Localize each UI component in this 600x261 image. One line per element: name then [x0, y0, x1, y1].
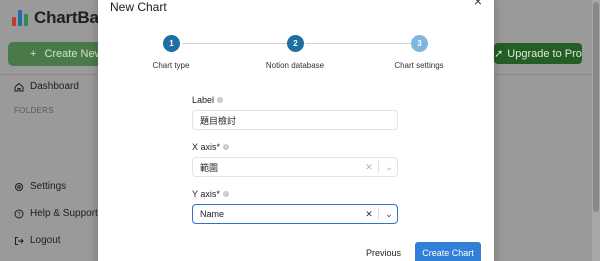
logout-icon: [14, 236, 24, 246]
info-icon[interactable]: i: [223, 144, 230, 150]
step-2-label: Notion database: [265, 61, 325, 70]
chevron-down-icon[interactable]: ⌄: [381, 209, 397, 220]
create-chart-button[interactable]: Create Chart: [415, 242, 481, 261]
help-icon: ?: [14, 209, 24, 219]
gear-icon: [14, 182, 24, 192]
home-icon: [14, 82, 24, 92]
previous-button[interactable]: Previous: [366, 248, 401, 258]
sidebar-item-settings[interactable]: Settings: [14, 181, 66, 192]
step-2-indicator[interactable]: 2: [287, 35, 304, 52]
info-icon[interactable]: i: [222, 191, 229, 197]
sidebar-item-dashboard[interactable]: Dashboard: [14, 81, 79, 92]
step-3-indicator[interactable]: 3: [411, 35, 428, 52]
step-1-label: Chart type: [152, 61, 190, 70]
scrollbar[interactable]: [592, 0, 600, 261]
x-axis-field-label: X axis* i: [192, 142, 230, 152]
y-axis-field-label: Y axis* i: [192, 189, 229, 199]
y-axis-label-text: Y axis*: [192, 189, 220, 199]
y-axis-select[interactable]: Name ✕ ⌄: [192, 204, 398, 224]
logo-icon: [12, 10, 28, 26]
sidebar-item-label: Logout: [30, 235, 61, 246]
x-axis-label-text: X axis*: [192, 142, 221, 152]
info-icon[interactable]: i: [217, 97, 224, 103]
sidebar-item-label: Dashboard: [30, 81, 79, 92]
x-axis-select[interactable]: 範圍 ✕ ⌄: [192, 157, 398, 177]
sidebar-item-label: Settings: [30, 181, 67, 192]
stepper-connector: [182, 43, 288, 44]
sidebar-item-label: Help & Support: [30, 208, 98, 219]
new-chart-modal: New Chart × 1 2 3 Chart type Notion data…: [98, 0, 494, 261]
x-axis-value: 範圍: [200, 162, 219, 173]
label-field-label: Label i: [192, 95, 224, 105]
select-separator: [378, 208, 379, 220]
stepper-connector: [305, 43, 411, 44]
clear-icon[interactable]: ✕: [362, 162, 376, 173]
sidebar-item-help[interactable]: ? Help & Support: [14, 208, 98, 219]
y-axis-value: Name: [200, 209, 225, 219]
chevron-down-icon[interactable]: ⌄: [381, 162, 397, 173]
folders-heading: FOLDERS: [14, 106, 54, 115]
scrollbar-thumb[interactable]: [593, 2, 599, 212]
upgrade-button[interactable]: ➚ Upgrade to Pro: [494, 43, 582, 64]
rocket-icon: ➚: [494, 48, 504, 60]
select-separator: [378, 161, 379, 173]
sidebar-item-logout[interactable]: Logout: [14, 235, 61, 246]
upgrade-label: Upgrade to Pro: [507, 47, 582, 60]
label-field-text: Label: [192, 95, 215, 105]
modal-title: New Chart: [110, 0, 167, 14]
step-3-label: Chart settings: [394, 61, 444, 70]
plus-icon: +: [30, 48, 37, 60]
label-input[interactable]: 題目檢討: [192, 110, 398, 130]
step-1-indicator[interactable]: 1: [163, 35, 180, 52]
close-icon[interactable]: ×: [474, 0, 482, 8]
clear-icon[interactable]: ✕: [362, 209, 376, 220]
